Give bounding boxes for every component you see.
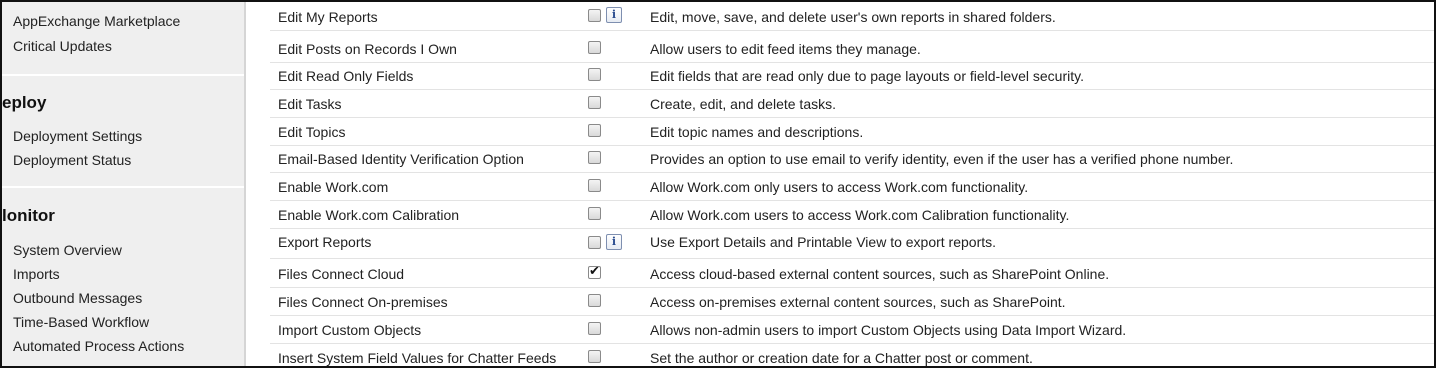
- permission-description: Edit, move, save, and delete user's own …: [650, 9, 1056, 25]
- permission-name: Edit Read Only Fields: [278, 68, 414, 84]
- permission-checkbox[interactable]: [588, 151, 601, 164]
- permission-checkbox[interactable]: [588, 96, 601, 109]
- permission-checkbox[interactable]: [588, 124, 601, 137]
- permission-description: Edit topic names and descriptions.: [650, 124, 864, 140]
- sidebar-item-system-overview[interactable]: System Overview: [13, 242, 122, 258]
- permission-row-enable-work-com-calibration: Enable Work.com Calibration Allow Work.c…: [270, 201, 1434, 229]
- permission-description: Access on-premises external content sour…: [650, 294, 1066, 310]
- permission-row-edit-read-only-fields: Edit Read Only Fields Edit fields that a…: [270, 62, 1434, 90]
- permission-name: Insert System Field Values for Chatter F…: [278, 350, 557, 366]
- permission-description: Provides an option to use email to verif…: [650, 151, 1234, 167]
- permission-description: Allow Work.com users to access Work.com …: [650, 207, 1070, 223]
- permissions-table: Edit My Reports i Edit, move, save, and …: [245, 2, 1434, 366]
- permission-description: Edit fields that are read only due to pa…: [650, 68, 1084, 84]
- permission-checkbox[interactable]: [588, 179, 601, 192]
- sidebar-item-deployment-settings[interactable]: Deployment Settings: [13, 128, 142, 144]
- permission-checkbox[interactable]: [588, 322, 601, 335]
- info-icon[interactable]: i: [606, 234, 622, 250]
- permission-checkbox[interactable]: [588, 9, 601, 22]
- permission-row-enable-work-com: Enable Work.com Allow Work.com only user…: [270, 173, 1434, 201]
- permission-checkbox[interactable]: [588, 294, 601, 307]
- permission-name: Edit My Reports: [278, 9, 378, 25]
- permission-name: Edit Tasks: [278, 96, 342, 112]
- permission-row-import-custom-objects: Import Custom Objects Allows non-admin u…: [270, 316, 1434, 344]
- sidebar-item-appexchange-marketplace[interactable]: AppExchange Marketplace: [13, 13, 180, 29]
- permission-row-email-based-identity-verification-option: Email-Based Identity Verification Option…: [270, 145, 1434, 173]
- permission-description: Allows non-admin users to import Custom …: [650, 322, 1127, 338]
- sidebar-section-monitor: lonitor System Overview Imports Outbound…: [2, 188, 244, 366]
- permission-name: Enable Work.com: [278, 179, 389, 195]
- permission-row-insert-system-field-values-for-chatter-feeds: Insert System Field Values for Chatter F…: [270, 344, 1434, 366]
- sidebar-section-deploy: eploy Deployment Settings Deployment Sta…: [2, 76, 244, 188]
- permission-checkbox[interactable]: [588, 68, 601, 81]
- permission-description: Allow Work.com only users to access Work…: [650, 179, 1029, 195]
- permission-row-edit-tasks: Edit Tasks Create, edit, and delete task…: [270, 90, 1434, 118]
- permission-description: Use Export Details and Printable View to…: [650, 234, 997, 250]
- permission-description: Set the author or creation date for a Ch…: [650, 350, 1033, 366]
- sidebar-item-imports[interactable]: Imports: [13, 266, 60, 282]
- sidebar-section-build: AppExchange Marketplace Critical Updates: [2, 2, 244, 76]
- permission-row-edit-posts-on-records-i-own: Edit Posts on Records I Own Allow users …: [270, 35, 1434, 63]
- info-icon[interactable]: i: [606, 7, 622, 23]
- sidebar-item-critical-updates[interactable]: Critical Updates: [13, 38, 112, 54]
- permission-checkbox[interactable]: [588, 207, 601, 220]
- permission-name: Edit Posts on Records I Own: [278, 41, 457, 57]
- permission-name: Files Connect Cloud: [278, 266, 405, 282]
- permission-description: Allow users to edit feed items they mana…: [650, 41, 921, 57]
- checkmark-icon: ✔: [589, 263, 600, 278]
- permission-row-files-connect-on-premises: Files Connect On-premises Access on-prem…: [270, 288, 1434, 316]
- permission-row-edit-topics: Edit Topics Edit topic names and descrip…: [270, 118, 1434, 146]
- permission-checkbox[interactable]: [588, 41, 601, 54]
- permission-row-edit-my-reports: Edit My Reports i Edit, move, save, and …: [270, 3, 1434, 31]
- setup-sidebar: AppExchange Marketplace Critical Updates…: [2, 2, 245, 366]
- sidebar-item-deployment-status[interactable]: Deployment Status: [13, 152, 131, 168]
- permission-name: Edit Topics: [278, 124, 346, 140]
- permission-description: Create, edit, and delete tasks.: [650, 96, 836, 112]
- permission-name: Enable Work.com Calibration: [278, 207, 460, 223]
- permission-row-files-connect-cloud: Files Connect Cloud ✔ Access cloud-based…: [270, 260, 1434, 288]
- sidebar-item-automated-process-actions[interactable]: Automated Process Actions: [13, 338, 184, 354]
- permission-description: Access cloud-based external content sour…: [650, 266, 1110, 282]
- permission-name: Import Custom Objects: [278, 322, 422, 338]
- permission-name: Files Connect On-premises: [278, 294, 448, 310]
- permission-row-export-reports: Export Reports i Use Export Details and …: [270, 228, 1434, 259]
- permission-checkbox[interactable]: ✔: [588, 263, 601, 279]
- permission-checkbox[interactable]: [588, 350, 601, 363]
- permission-checkbox[interactable]: [588, 236, 601, 249]
- sidebar-heading-deploy: eploy: [2, 93, 47, 112]
- permission-name: Export Reports: [278, 234, 372, 250]
- sidebar-heading-monitor: lonitor: [2, 206, 55, 225]
- setup-window: AppExchange Marketplace Critical Updates…: [0, 0, 1436, 368]
- sidebar-item-outbound-messages[interactable]: Outbound Messages: [13, 290, 142, 306]
- sidebar-item-time-based-workflow[interactable]: Time-Based Workflow: [13, 314, 149, 330]
- permission-name: Email-Based Identity Verification Option: [278, 151, 524, 167]
